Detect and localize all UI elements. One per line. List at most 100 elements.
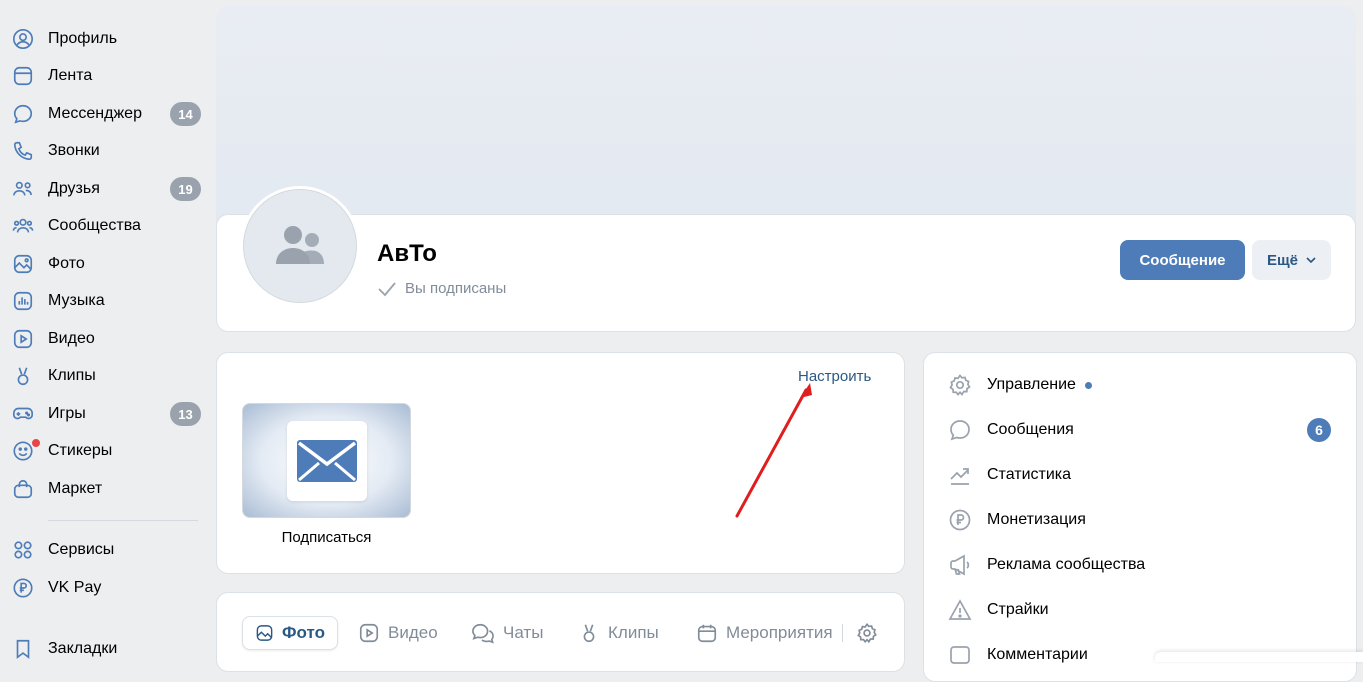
management-item-strikes[interactable]: Страйки [948, 595, 1049, 625]
sidebar-item-label: Звонки [48, 142, 100, 159]
sidebar-item-clips[interactable]: Клипы [0, 358, 216, 394]
friends-icon [12, 178, 34, 200]
sidebar-item-calls[interactable]: Звонки [0, 133, 216, 169]
user-circle-icon [12, 28, 34, 50]
clips-icon [12, 365, 34, 387]
market-bag-icon [12, 478, 34, 500]
chart-trend-icon [948, 463, 972, 487]
community-avatar[interactable] [240, 186, 360, 306]
phone-icon [12, 140, 34, 162]
sidebar-item-feed[interactable]: Лента [0, 58, 216, 94]
services-grid-icon [12, 539, 34, 561]
photo-icon [256, 625, 273, 641]
tab-chats[interactable]: Чаты [471, 616, 543, 650]
management-item-ads[interactable]: Реклама сообщества [948, 550, 1145, 580]
sidebar-item-profile[interactable]: Профиль [0, 21, 216, 57]
subscribe-widget-label: Подписаться [281, 529, 372, 546]
ruble-circle-icon [948, 508, 972, 532]
management-item-comments[interactable]: Комментарии [948, 640, 1088, 670]
music-icon [12, 290, 34, 312]
management-item-manage[interactable]: Управление [948, 370, 1092, 400]
message-button[interactable]: Сообщение [1120, 240, 1245, 280]
tab-clips[interactable]: Клипы [578, 616, 659, 650]
friends-badge: 19 [170, 177, 201, 201]
photo-icon [12, 253, 34, 275]
warning-icon [948, 598, 972, 622]
sidebar-item-video[interactable]: Видео [0, 321, 216, 357]
management-item-label: Комментарии [987, 646, 1088, 663]
check-icon [378, 281, 396, 296]
chats-icon [472, 623, 494, 644]
management-item-label: Монетизация [987, 511, 1086, 528]
tab-label: Мероприятия [726, 623, 833, 642]
community-cover [216, 6, 1356, 236]
sidebar-item-label: Мессенджер [48, 105, 142, 122]
page-title: АвТо [377, 240, 437, 267]
left-sidebar: Профиль Лента Мессенджер 14 Звонки Друзь… [0, 0, 216, 659]
more-button-label: Ещё [1266, 251, 1298, 269]
sidebar-item-label: Маркет [48, 480, 103, 497]
message-icon [948, 418, 972, 442]
sidebar-item-label: Профиль [48, 30, 118, 47]
notification-dot [31, 438, 41, 448]
sidebar-item-label: Клипы [48, 367, 96, 384]
chevron-down-icon [1306, 257, 1316, 263]
more-button[interactable]: Ещё [1252, 240, 1331, 280]
management-item-messages[interactable]: Сообщения [948, 415, 1074, 445]
annotation-arrow [735, 383, 812, 518]
clips-icon [583, 624, 595, 643]
tab-events[interactable]: Мероприятия [696, 616, 833, 650]
tab-photo[interactable]: Фото [242, 616, 338, 650]
sidebar-item-label: Сообщества [48, 217, 141, 234]
video-icon [12, 328, 34, 350]
envelope-icon [287, 421, 367, 501]
sidebar-item-label: Сервисы [48, 541, 115, 558]
bookmark-icon [12, 638, 34, 660]
sidebar-item-vk-pay[interactable]: VK Pay [0, 570, 216, 606]
communities-icon [12, 215, 34, 237]
tab-label: Чаты [503, 623, 544, 642]
megaphone-icon [948, 553, 972, 577]
management-item-label: Сообщения [987, 421, 1074, 438]
gear-icon [948, 373, 972, 397]
comment-box-icon [948, 643, 972, 667]
sidebar-item-label: Фото [48, 255, 85, 272]
sidebar-item-label: Игры [48, 405, 86, 422]
sidebar-item-label: Друзья [48, 180, 100, 197]
management-item-label: Управление [987, 376, 1076, 393]
sidebar-item-services[interactable]: Сервисы [0, 532, 216, 568]
sidebar-item-label: Музыка [48, 292, 105, 309]
tab-video[interactable]: Видео [358, 616, 438, 650]
tabs-settings-gear-icon[interactable] [856, 622, 878, 649]
group-placeholder-icon [243, 189, 357, 303]
games-badge: 13 [170, 402, 201, 426]
tab-label: Фото [282, 623, 325, 642]
subscription-status[interactable]: Вы подписаны [377, 280, 506, 297]
tabs-divider [842, 624, 843, 642]
ruble-circle-icon [12, 577, 34, 599]
sidebar-item-label: Закладки [48, 640, 118, 657]
sidebar-item-communities[interactable]: Сообщества [0, 208, 216, 244]
bottom-popup-edge [1155, 652, 1363, 662]
messages-count-badge: 6 [1307, 418, 1331, 442]
sidebar-item-music[interactable]: Музыка [0, 283, 216, 319]
subscribe-widget[interactable] [242, 403, 411, 518]
tab-label: Клипы [608, 623, 659, 642]
gamepad-icon [12, 403, 34, 425]
sidebar-item-label: VK Pay [48, 579, 102, 596]
sidebar-item-photo[interactable]: Фото [0, 246, 216, 282]
calendar-icon [697, 624, 717, 643]
sidebar-item-friends[interactable]: Друзья 19 [0, 171, 216, 207]
sidebar-item-games[interactable]: Игры 13 [0, 396, 216, 432]
sidebar-item-market[interactable]: Маркет [0, 471, 216, 507]
sidebar-item-bookmarks[interactable]: Закладки [0, 631, 216, 667]
sidebar-item-stickers[interactable]: Стикеры [0, 433, 216, 469]
sidebar-divider [48, 520, 198, 521]
sidebar-item-messenger[interactable]: Мессенджер 14 [0, 96, 216, 132]
unread-badge: 14 [170, 102, 201, 126]
message-icon [12, 103, 34, 125]
management-item-label: Страйки [987, 601, 1049, 618]
management-item-monetization[interactable]: Монетизация [948, 505, 1086, 535]
subscribed-label: Вы подписаны [405, 280, 507, 297]
management-item-statistics[interactable]: Статистика [948, 460, 1071, 490]
